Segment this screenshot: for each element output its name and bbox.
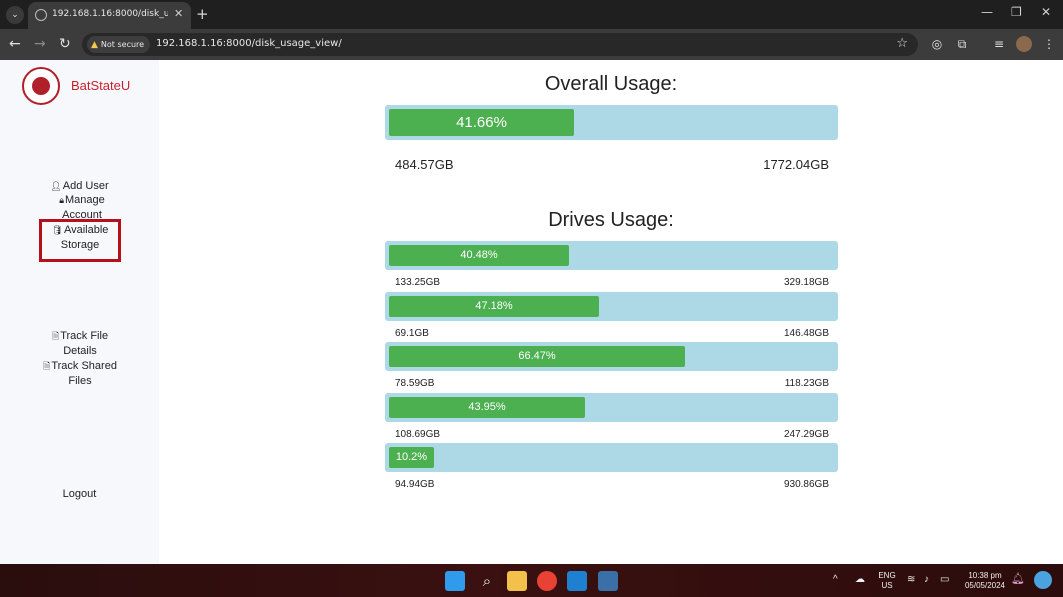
warning-icon: ▲ [91,40,98,50]
drive-usage-bar: 47.18% [385,291,838,321]
file-explorer-icon[interactable] [507,571,527,591]
tray-overflow-icon[interactable]: ^ [833,575,838,585]
university-logo [22,67,60,105]
search-icon[interactable]: ⌕ [477,571,497,591]
region-code: US [881,581,893,590]
reload-icon[interactable]: ↻ [59,36,71,52]
bookmark-star-icon[interactable]: ☆ [896,36,908,51]
overall-usage-fill: 41.66% [389,109,574,136]
start-icon[interactable] [445,571,465,591]
brand-name: BatStateU [71,78,131,93]
drive-total: 329.18GB [783,277,829,288]
forward-icon[interactable]: → [34,36,46,52]
browser-toolbar: ← → ↻ ▲ Not secure 192.168.1.16:8000/disk… [0,29,1063,60]
overall-total: 1772.04GB [763,157,829,172]
address-bar[interactable]: ▲ Not secure 192.168.1.16:8000/disk_usage… [82,33,918,56]
page: BatStateU 👤︎Add User 🔒︎Manage Account 🛢︎… [0,60,1063,564]
copilot-icon[interactable] [1034,571,1052,589]
language-indicator[interactable]: ENG US [875,571,899,591]
main-content: Overall Usage: 41.66% 484.57GB 1772.04GB… [159,60,1063,564]
url-text[interactable]: 192.168.1.16:8000/disk_usage_view/ [156,38,342,49]
puzzle-icon[interactable]: ⧉ [954,36,970,52]
taskbar: ⌕ ^ ☁ ENG US ≋ ♪ ▭ 10:38 pm 05/05/2024 🔔… [0,564,1063,597]
profile-avatar[interactable] [1016,36,1032,52]
vscode-icon[interactable] [567,571,587,591]
sidebar-item-label: Manage Account [62,194,105,220]
file-icon: 🗎︎ [43,361,51,371]
drive-usage-fill: 40.48% [389,245,569,266]
drive-used: 78.59GB [395,378,435,389]
sidebar-item-track-shared-files[interactable]: 🗎︎Track Shared Files [37,359,123,389]
drive-total: 118.23GB [784,378,829,389]
browser-tab[interactable]: 192.168.1.16:8000/disk_usage_v ✕ [28,2,191,29]
file-icon: 🗎︎ [51,331,60,341]
sidebar-item-logout[interactable]: Logout [0,487,159,502]
drive-used: 108.69GB [395,428,441,440]
language-code: ENG [878,571,896,580]
back-icon[interactable]: ← [9,36,21,52]
sidebar-item-add-user[interactable]: 👤︎Add User [0,179,159,194]
drive-used: 133.25GB [395,277,441,288]
close-window-icon[interactable]: ✕ [1041,5,1051,19]
drive-usage-fill: 66.47% [389,346,685,367]
security-label: Not secure [100,40,145,49]
clock-date: 05/05/2024 [964,581,1006,590]
security-chip[interactable]: ▲ Not secure [87,36,151,53]
maximize-icon[interactable]: ❐ [1011,5,1022,19]
drive-total: 146.48GB [783,327,829,339]
overall-used: 484.57GB [395,157,454,172]
sidebar: BatStateU 👤︎Add User 🔒︎Manage Account 🛢︎… [0,60,159,564]
drive-total: 247.29GB [783,428,829,440]
menu-icon[interactable]: ⋮ [1041,36,1057,52]
drive-usage-fill: 43.95% [389,396,585,418]
tab-search-icon[interactable]: ⌄ [6,6,24,24]
weather-icon[interactable]: ☁ [855,575,865,585]
sidebar-item-label: Track Shared Files [51,360,117,387]
drive-usage-bar: 43.95% [385,392,838,422]
notification-bell-icon[interactable]: 🔔︎ [1011,574,1025,585]
app-icon[interactable] [598,571,618,591]
clock-time: 10:38 pm [968,571,1002,580]
overall-usage-bar: 41.66% [385,105,838,140]
wifi-icon[interactable]: ≋ [907,575,915,585]
drive-total: 930.86GB [783,479,829,490]
drive-usage-fill: 47.18% [389,295,599,317]
sidebar-item-manage-account[interactable]: 🔒︎Manage Account [52,193,112,220]
clock[interactable]: 10:38 pm 05/05/2024 [960,571,1010,591]
extension-icon[interactable]: ◎ [929,36,945,52]
logo-emblem [32,77,50,95]
battery-icon[interactable]: ▭ [940,575,949,585]
minimize-icon[interactable]: — [981,5,993,19]
sidebar-item-label: Track File Details [60,330,109,357]
volume-icon[interactable]: ♪ [924,575,929,585]
globe-icon [35,9,47,21]
drives-usage-heading: Drives Usage: [548,209,674,231]
drive-usage-bar: 10.2% [385,443,838,472]
drive-used: 69.1GB [395,327,429,339]
new-tab-icon[interactable]: + [196,5,209,23]
highlight-box [39,219,121,262]
sidebar-item-track-file-details[interactable]: 🗎︎Track File Details [45,329,115,359]
drive-usage-fill: 10.2% [389,447,434,468]
chrome-icon[interactable] [537,571,557,591]
sidebar-item-label: Add User [62,180,109,192]
drive-usage-bar: 66.47% [385,342,838,371]
lock-icon: 🔒︎ [59,195,65,205]
close-tab-icon[interactable]: ✕ [174,7,183,20]
reading-list-icon[interactable]: ≡ [991,36,1007,52]
sidebar-item-label: Logout [62,488,97,500]
drive-used: 94.94GB [395,479,435,490]
browser-tab-bar: ⌄ 192.168.1.16:8000/disk_usage_v ✕ + — ❐… [0,0,1063,29]
tab-title: 192.168.1.16:8000/disk_usage_v [52,9,168,19]
drive-usage-bar: 40.48% [385,241,838,270]
overall-usage-heading: Overall Usage: [544,73,678,95]
user-icon: 👤︎ [50,181,62,191]
